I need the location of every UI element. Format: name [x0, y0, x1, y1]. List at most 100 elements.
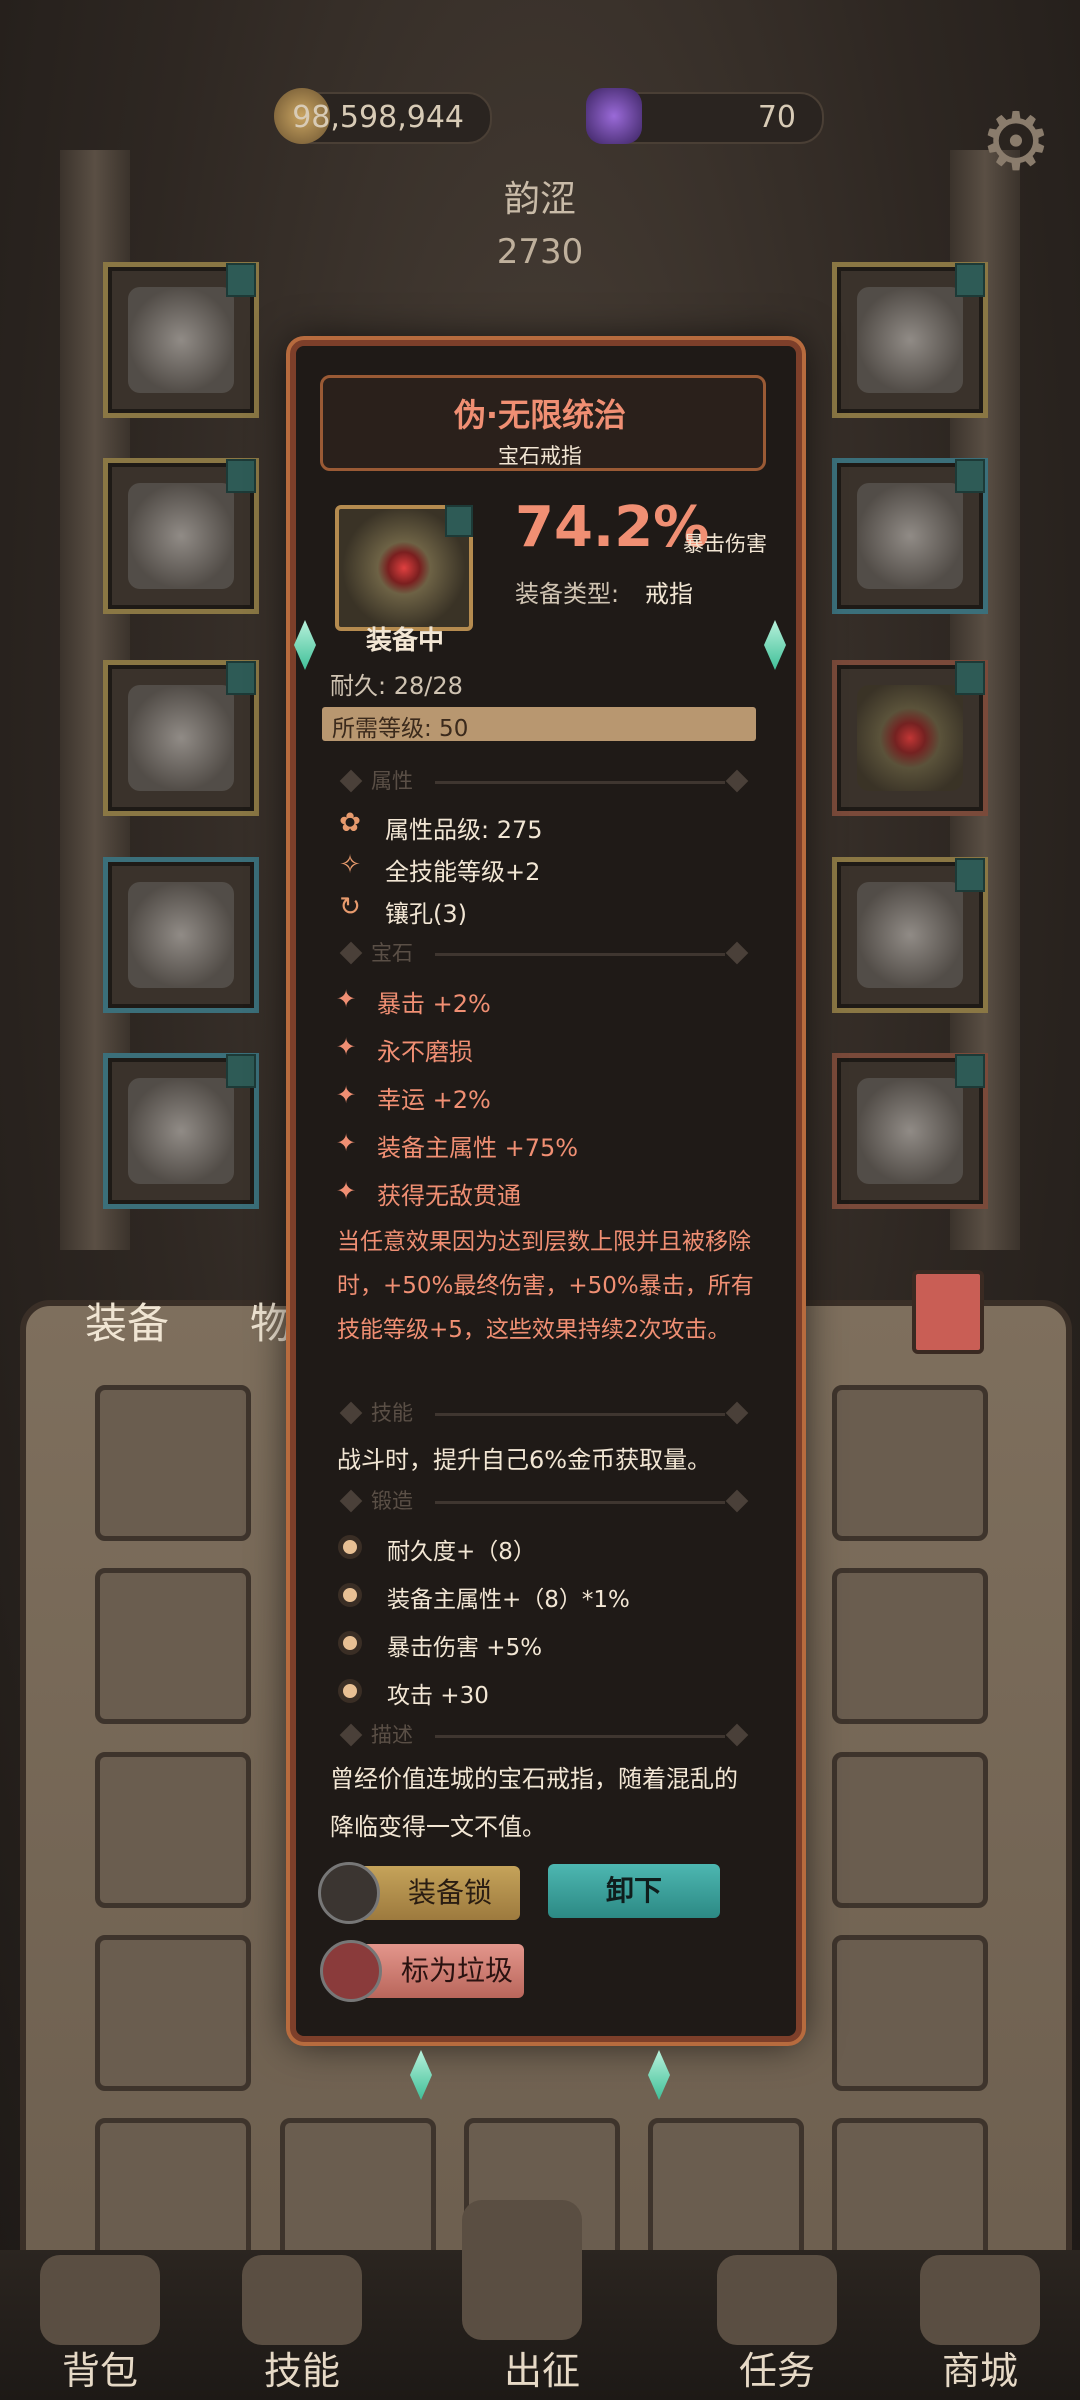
equip-slot-neck[interactable]	[103, 458, 259, 614]
lock-badge-icon	[955, 1054, 985, 1088]
crystal-icon	[586, 88, 642, 144]
boots-icon	[128, 1078, 234, 1184]
lock-badge-icon	[955, 661, 985, 695]
gem-effect: 装备主属性 +75%	[377, 1134, 579, 1162]
dress-icon	[128, 685, 234, 791]
equip-slot-body[interactable]	[103, 660, 259, 816]
lock-badge-icon	[445, 505, 473, 537]
gem-effect: 暴击 +2%	[377, 990, 491, 1018]
section-attributes: 属性	[335, 769, 755, 793]
nav-shop[interactable]: 商城	[900, 2340, 1060, 2395]
durability: 耐久: 28/28	[330, 672, 463, 700]
gold-amount: 98,598,944	[292, 100, 464, 135]
ring-icon	[857, 685, 963, 791]
gear-icon[interactable]: ⚙	[974, 100, 1058, 184]
collar-icon	[128, 483, 234, 589]
gem-star-icon: ✦	[336, 1033, 357, 1061]
forge-line: 装备主属性+（8）*1%	[387, 1587, 630, 1613]
gem-set-description: 当任意效果因为达到层数上限并且被移除时，+50%最终伤害，+50%暴击，所有技能…	[337, 1229, 754, 1343]
bag-slot[interactable]	[832, 1568, 988, 1724]
forge-line: 耐久度+（8）	[387, 1539, 536, 1565]
bag-slot[interactable]	[95, 1385, 251, 1541]
trash-icon[interactable]	[912, 1270, 984, 1354]
book-icon	[857, 1078, 963, 1184]
character-name: 韵涩	[503, 179, 576, 220]
bag-slot[interactable]	[95, 1935, 251, 2091]
tab-equipment[interactable]: 装备	[85, 1290, 169, 1351]
pendant-icon	[857, 287, 963, 393]
forge-line: 攻击 +30	[387, 1683, 489, 1709]
forge-dot-icon	[338, 1679, 362, 1703]
attr-skill-level: 全技能等级+2	[385, 858, 541, 886]
section-gems: 宝石	[335, 941, 755, 965]
bag-slot[interactable]	[832, 1935, 988, 2091]
headpiece-icon	[128, 287, 234, 393]
forge-dot-icon	[338, 1631, 362, 1655]
forge-line: 暴击伤害 +5%	[387, 1635, 543, 1661]
nav-skills[interactable]: 技能	[222, 2340, 382, 2395]
lock-badge-icon	[226, 661, 256, 695]
bag-slot[interactable]	[832, 1385, 988, 1541]
shop-crown-icon	[920, 2255, 1040, 2345]
section-forge: 锻造	[335, 1489, 755, 1513]
lock-badge-icon	[226, 459, 256, 493]
junk-jar-icon	[320, 1940, 382, 2002]
nav-quests[interactable]: 任务	[697, 2340, 857, 2395]
equipped-label: 装备中	[365, 626, 444, 656]
equip-slot-bracer[interactable]	[832, 458, 988, 614]
lock-badge-icon	[226, 263, 256, 297]
character-level: 2730	[496, 232, 584, 272]
nav-battle[interactable]: 出征	[462, 2340, 622, 2395]
attr-sockets: 镶孔(3)	[385, 900, 467, 928]
quest-scroll-icon	[717, 2255, 837, 2345]
skirt-icon	[128, 882, 234, 988]
type-label: 装备类型:	[515, 580, 620, 608]
item-description: 曾经价值连城的宝石戒指，随着混乱的降临变得一文不值。	[330, 1765, 738, 1841]
gem-star-icon: ✦	[336, 1129, 357, 1157]
forge-dot-icon	[338, 1583, 362, 1607]
battle-map-icon	[462, 2200, 582, 2340]
item-name: 伪·无限统治	[453, 396, 627, 434]
main-stat-name: 暴击伤害	[683, 532, 767, 556]
ring-icon	[335, 505, 473, 631]
equip-slot-amulet[interactable]	[832, 262, 988, 418]
skill-book-icon	[242, 2255, 362, 2345]
bag-slot[interactable]	[832, 1752, 988, 1908]
section-description: 描述	[335, 1723, 755, 1747]
lock-badge-icon	[226, 1054, 256, 1088]
equip-slot-tome[interactable]	[832, 1053, 988, 1209]
main-stat-value: 74.2%	[515, 495, 710, 560]
cycle-icon: ↻	[339, 892, 361, 922]
skill-text: 战斗时，提升自己6%金币获取量。	[337, 1446, 712, 1474]
required-level: 所需等级: 50	[332, 716, 469, 742]
unequip-button[interactable]: 卸下	[548, 1864, 720, 1918]
lock-badge-icon	[955, 263, 985, 297]
nav-backpack[interactable]: 背包	[20, 2340, 180, 2395]
type-value: 戒指	[645, 580, 693, 608]
equip-slot-legs[interactable]	[103, 857, 259, 1013]
bracer-icon	[857, 483, 963, 589]
attr-grade: 属性品级: 275	[385, 816, 543, 844]
bag-slot[interactable]	[95, 1752, 251, 1908]
equip-slot-head[interactable]	[103, 262, 259, 418]
gem-effect: 永不磨损	[377, 1038, 473, 1066]
sword-icon	[857, 882, 963, 988]
gem-star-icon: ✦	[336, 1177, 357, 1205]
section-skill: 技能	[335, 1401, 755, 1425]
gem-star-icon: ✦	[336, 985, 357, 1013]
gem-counter: 70	[586, 88, 824, 144]
lock-badge-icon	[955, 459, 985, 493]
gem-effect: 获得无敌贯通	[377, 1182, 521, 1210]
lotus-icon: ✿	[339, 808, 361, 838]
gold-counter: 98,598,944	[274, 88, 492, 144]
item-category: 宝石戒指	[498, 444, 582, 468]
equip-slot-weapon[interactable]	[832, 857, 988, 1013]
gem-amount: 70	[757, 100, 796, 135]
padlock-icon	[318, 1862, 380, 1924]
spark-icon: ✧	[339, 850, 361, 880]
equip-slot-ring[interactable]	[832, 660, 988, 816]
gem-effect: 幸运 +2%	[377, 1086, 491, 1114]
equip-slot-boots[interactable]	[103, 1053, 259, 1209]
lock-badge-icon	[955, 858, 985, 892]
bag-slot[interactable]	[95, 1568, 251, 1724]
